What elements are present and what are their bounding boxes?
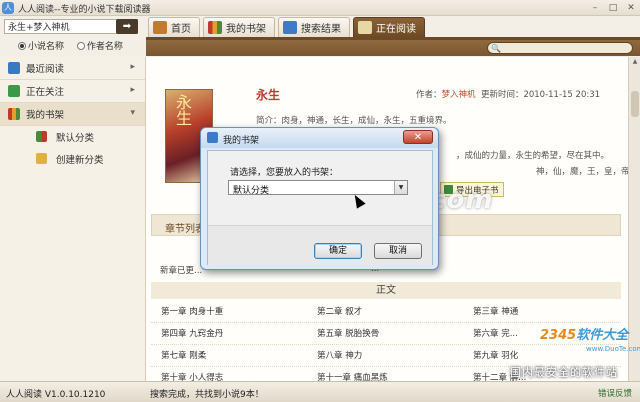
chapter-link[interactable]: 第三章 神通 bbox=[463, 301, 619, 322]
sidebar-subitem-new-category-label: 创建新分类 bbox=[56, 155, 104, 166]
book-intro: 简介：肉身，神通，长生，成仙，永生，五重境界。 bbox=[256, 116, 452, 126]
minimize-button[interactable]: – bbox=[588, 2, 602, 14]
content-search-field[interactable]: 🔍 bbox=[487, 42, 633, 54]
collapse-arrow-icon: ▾ bbox=[130, 108, 135, 118]
chapter-link[interactable]: 第五章 脱胎换骨 bbox=[307, 323, 463, 344]
site-logo-watermark: 2345软件大全 bbox=[540, 324, 628, 343]
update-time: 更新时间：2010-11-15 20:31 bbox=[480, 90, 601, 100]
cancel-button[interactable]: 取消 bbox=[374, 243, 422, 259]
tab-bookshelf-label: 我的书架 bbox=[226, 24, 266, 35]
tab-reading-label: 正在阅读 bbox=[376, 24, 416, 35]
dialog-title: 我的书架 bbox=[223, 136, 260, 146]
tab-home[interactable]: 首页 bbox=[148, 17, 200, 37]
category-icon bbox=[36, 131, 47, 142]
chapter-link[interactable]: 第十章 小人得志 bbox=[151, 367, 307, 381]
scrollbar-thumb[interactable] bbox=[631, 91, 639, 117]
book-intro-line: ，成仙的力量，永生的希望，尽在其中。 bbox=[456, 151, 610, 161]
bookshelf-select[interactable]: 默认分类 ▼ bbox=[228, 180, 408, 196]
dialog-prompt: 请选择，您要放入的书架： bbox=[230, 168, 339, 178]
radio-author-name[interactable]: 作者名称 bbox=[76, 39, 123, 52]
dialog-body: 请选择，您要放入的书架： 默认分类 ▼ 确定 取消 bbox=[207, 150, 433, 265]
error-report-link[interactable]: 错误反馈 bbox=[598, 387, 632, 399]
maximize-button[interactable]: □ bbox=[606, 2, 620, 14]
site-logo-name: 软件大全 bbox=[576, 328, 629, 343]
bookshelf-icon bbox=[208, 21, 222, 34]
new-category-icon bbox=[36, 153, 47, 164]
chapter-link[interactable]: 第十一章 痛血黑炼 bbox=[307, 367, 463, 381]
status-message: 搜索完成，共找到小说9本！ bbox=[150, 390, 264, 400]
expand-arrow-icon: ▸ bbox=[130, 85, 135, 95]
following-icon bbox=[8, 85, 20, 97]
chapter-link[interactable]: 第四章 九窍金丹 bbox=[151, 323, 307, 344]
vertical-scrollbar[interactable]: ▲ bbox=[628, 57, 640, 381]
dialog-close-button[interactable]: ✕ bbox=[403, 130, 433, 144]
book-intro-line: 神，仙，魔，王，皇，帝，人间的爱 bbox=[536, 167, 628, 177]
sidebar-item-bookshelf-label: 我的书架 bbox=[26, 110, 65, 121]
home-icon bbox=[153, 21, 167, 34]
expand-arrow-icon: ▸ bbox=[130, 62, 135, 72]
main-tabs: 首页 我的书架 搜索结果 正在阅读 bbox=[148, 17, 428, 37]
bookshelf-icon bbox=[8, 108, 20, 120]
radio-unselected-icon bbox=[76, 41, 85, 50]
chevron-down-icon[interactable]: ▼ bbox=[394, 181, 407, 194]
sidebar-item-recent-label: 最近阅读 bbox=[26, 64, 65, 75]
bookshelf-select-value: 默认分类 bbox=[233, 186, 270, 196]
search-results-icon bbox=[283, 21, 297, 34]
tab-search-results[interactable]: 搜索结果 bbox=[278, 17, 350, 37]
chapter-link[interactable]: 第一章 肉身十重 bbox=[151, 301, 307, 322]
sidebar-item-recent[interactable]: 最近阅读 ▸ bbox=[0, 57, 145, 80]
slogan-watermark: 国内最安全的软件站 bbox=[510, 366, 618, 379]
tab-bookshelf[interactable]: 我的书架 bbox=[203, 17, 275, 37]
tab-reading[interactable]: 正在阅读 bbox=[353, 17, 425, 37]
scroll-up-icon[interactable]: ▲ bbox=[629, 57, 640, 67]
author-label: 作者： bbox=[416, 90, 442, 100]
bookshelf-dialog: 我的书架 ✕ 请选择，您要放入的书架： 默认分类 ▼ 确定 取消 bbox=[200, 127, 439, 270]
search-icon: 🔍 bbox=[491, 44, 501, 53]
book-meta: 作者：梦入神机 更新时间：2010-11-15 20:31 bbox=[416, 88, 600, 100]
sidebar-item-bookshelf[interactable]: 我的书架 ▾ bbox=[0, 103, 145, 126]
radio-selected-icon bbox=[18, 41, 26, 50]
dialog-title-bar[interactable]: 我的书架 ✕ bbox=[201, 128, 438, 148]
radio-book-name[interactable]: 小说名称 bbox=[18, 39, 64, 52]
app-version: 人人阅读 V1.0.10.1210 bbox=[6, 390, 106, 400]
radio-author-name-label: 作者名称 bbox=[86, 42, 123, 52]
chapter-link[interactable]: 第八章 神力 bbox=[307, 345, 463, 366]
sidebar-subitem-default-label: 默认分类 bbox=[56, 133, 95, 144]
recent-icon bbox=[8, 62, 20, 74]
chapter-link[interactable]: 第二章 叙才 bbox=[307, 301, 463, 322]
volume-header: 正文 bbox=[151, 282, 621, 299]
open-book-icon bbox=[358, 21, 372, 34]
chapter-link[interactable]: 第七章 刚柔 bbox=[151, 345, 307, 366]
search-button[interactable]: ➡ bbox=[116, 19, 138, 34]
sidebar-subitem-new-category[interactable]: 创建新分类 bbox=[0, 148, 145, 170]
title-bar: 人 人人阅读--专业的小说下载阅读器 – □ ✕ bbox=[0, 0, 640, 16]
sidebar-item-following[interactable]: 正在关注 ▸ bbox=[0, 80, 145, 103]
status-bar: 人人阅读 V1.0.10.1210 搜索完成，共找到小说9本！ 错误反馈 bbox=[0, 381, 640, 402]
sidebar-item-following-label: 正在关注 bbox=[26, 87, 65, 98]
chapter-row: 第一章 肉身十重 第二章 叙才 第三章 神通 bbox=[151, 301, 621, 323]
book-title: 永生 bbox=[256, 88, 281, 102]
close-window-button[interactable]: ✕ bbox=[624, 2, 638, 14]
window-title: 人人阅读--专业的小说下载阅读器 bbox=[18, 5, 151, 15]
tab-home-label: 首页 bbox=[171, 24, 191, 35]
tab-search-results-label: 搜索结果 bbox=[301, 24, 341, 35]
dialog-app-icon bbox=[207, 132, 218, 143]
confirm-button[interactable]: 确定 bbox=[314, 243, 362, 259]
search-mode-group: 小说名称 作者名称 bbox=[18, 39, 133, 53]
app-icon: 人 bbox=[2, 2, 14, 14]
sidebar: 最近阅读 ▸ 正在关注 ▸ 我的书架 ▾ 默认分类 创建新分类 bbox=[0, 57, 146, 381]
cover-title: 永生 bbox=[173, 94, 192, 126]
site-logo-number: 2345 bbox=[540, 328, 577, 343]
sidebar-subitem-default[interactable]: 默认分类 bbox=[0, 126, 145, 148]
chapter-list-title: 章节列表 bbox=[165, 224, 205, 235]
radio-book-name-label: 小说名称 bbox=[28, 42, 65, 52]
latest-chapter-text[interactable]: 新章已更... bbox=[160, 264, 202, 276]
author-link[interactable]: 梦入神机 bbox=[442, 90, 476, 100]
site-url-watermark: www.DuoTe.com bbox=[586, 345, 640, 353]
